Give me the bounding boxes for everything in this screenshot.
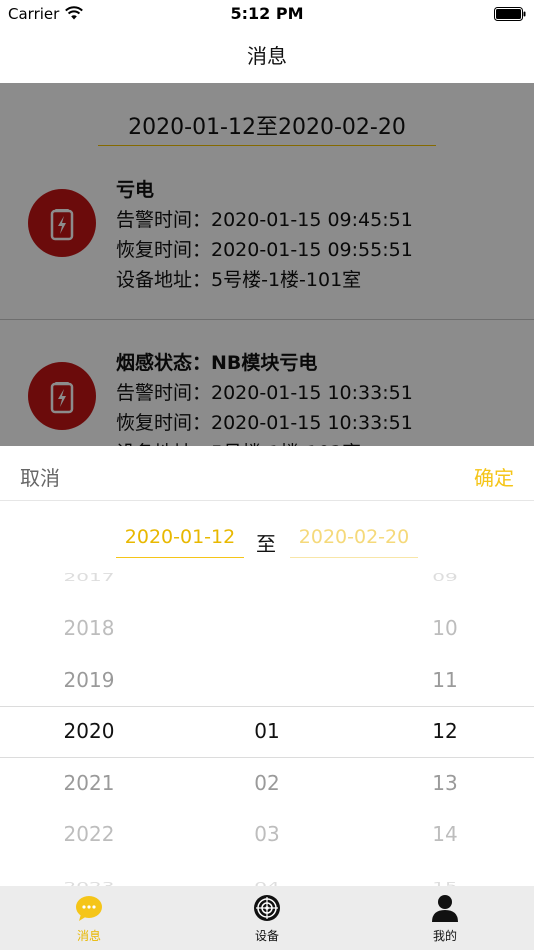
month-option[interactable]: 01 <box>178 719 356 743</box>
date-picker-sheet: 取消 确定 2020-01-12 至 2020-02-20 2017 2018 20… <box>0 446 534 886</box>
user-profile-icon <box>432 895 458 922</box>
year-option[interactable]: 2021 <box>0 771 178 795</box>
year-option[interactable]: 2020 <box>0 719 178 743</box>
end-date-field[interactable]: 2020-02-20 <box>290 526 418 558</box>
tab-devices[interactable]: 设备 <box>178 886 356 950</box>
day-option[interactable]: 13 <box>356 771 534 795</box>
year-option[interactable]: 2019 <box>0 668 178 692</box>
tab-label: 我的 <box>432 929 457 943</box>
navigation-bar: 消息 <box>0 28 534 83</box>
dim-overlay[interactable] <box>0 83 534 446</box>
day-option[interactable]: 10 <box>356 616 534 640</box>
start-date-field[interactable]: 2020-01-12 <box>116 526 244 558</box>
battery-icon <box>494 7 526 21</box>
status-bar: Carrier 5:12 PM <box>0 0 534 28</box>
cancel-button[interactable]: 取消 <box>20 462 60 491</box>
year-option[interactable]: 2022 <box>0 822 178 846</box>
month-wheel[interactable]: 01 02 03 04 <box>178 574 356 886</box>
day-wheel[interactable]: 09 10 11 12 13 14 15 <box>356 570 534 886</box>
year-option[interactable]: 2018 <box>0 616 178 640</box>
year-wheel[interactable]: 2017 2018 2019 2020 2021 2022 2023 <box>0 570 178 886</box>
clock: 5:12 PM <box>230 4 304 23</box>
month-option[interactable]: 02 <box>178 771 356 795</box>
tab-messages[interactable]: 消息 <box>0 886 178 950</box>
tab-label: 设备 <box>254 929 279 943</box>
confirm-button[interactable]: 确定 <box>474 462 514 491</box>
year-option[interactable]: 2017 <box>0 570 178 583</box>
year-option[interactable]: 2023 <box>0 879 178 886</box>
tab-bar: 消息 设备 我的 <box>0 886 534 950</box>
chat-bubble-icon <box>76 896 102 921</box>
month-option[interactable]: 04 <box>178 879 356 886</box>
day-option[interactable]: 12 <box>356 719 534 743</box>
month-option[interactable]: 03 <box>178 822 356 846</box>
divider <box>0 500 534 501</box>
day-option[interactable]: 14 <box>356 822 534 846</box>
day-option[interactable]: 09 <box>356 570 534 583</box>
tab-label: 消息 <box>76 929 101 943</box>
day-option[interactable]: 11 <box>356 668 534 692</box>
page-title: 消息 <box>247 44 287 68</box>
device-target-icon <box>254 895 280 921</box>
date-separator: 至 <box>256 532 276 556</box>
day-option[interactable]: 15 <box>356 879 534 886</box>
tab-profile[interactable]: 我的 <box>356 886 534 950</box>
